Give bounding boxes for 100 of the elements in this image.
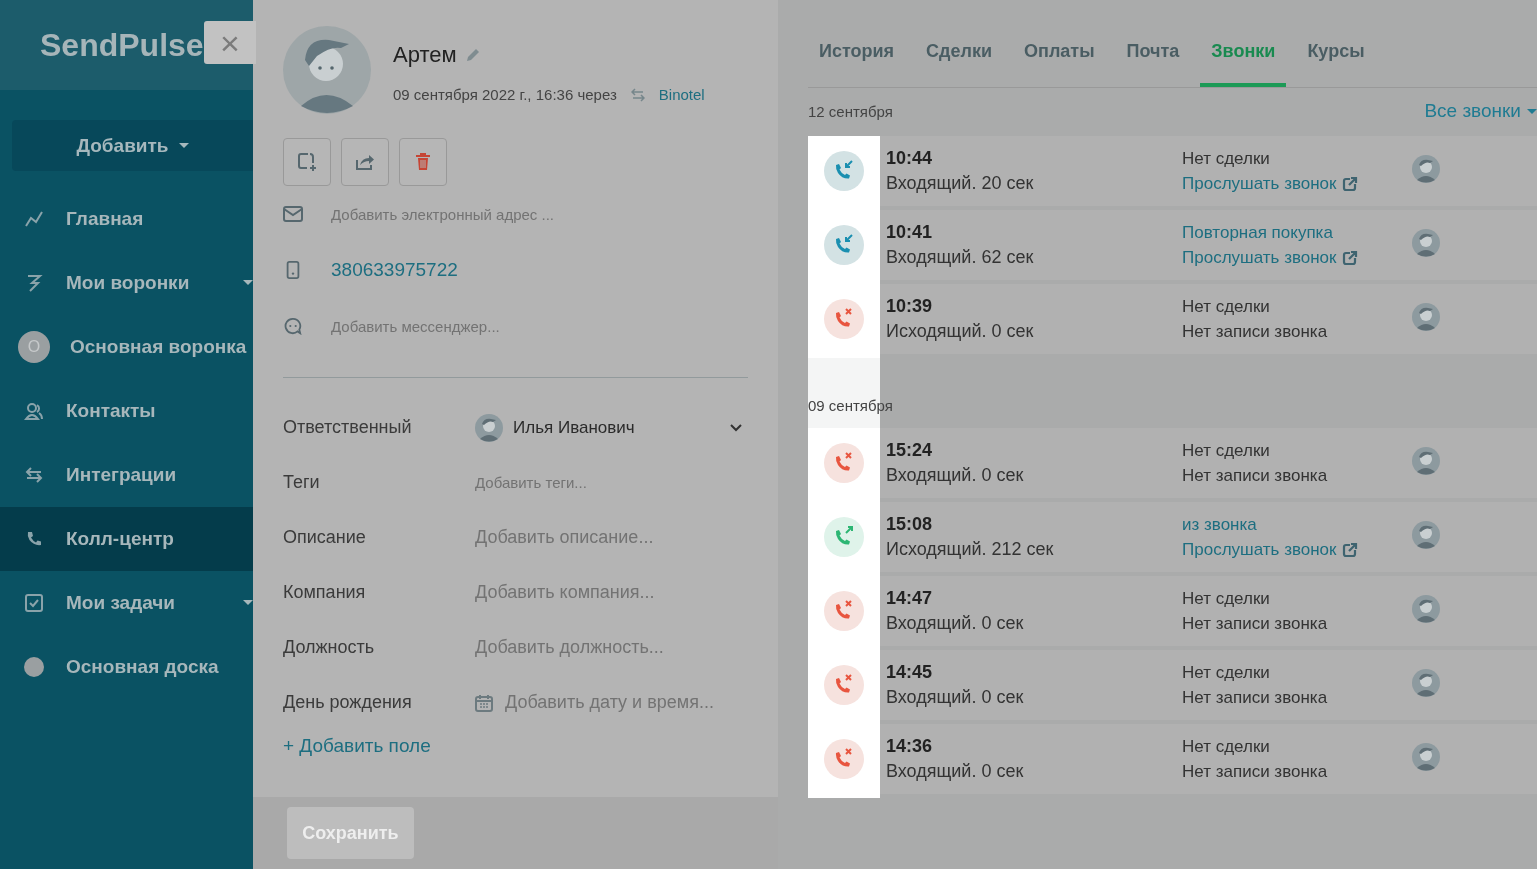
sidebar-item[interactable]: Интеграции	[0, 443, 253, 507]
field-label: Компания	[283, 582, 367, 603]
add-task-button[interactable]	[283, 138, 331, 186]
deal-status: Нет сделки	[1182, 662, 1271, 683]
record-status: Нет записи звонка	[1182, 687, 1328, 708]
contacts-icon	[24, 401, 44, 421]
call-summary: Входящий. 0 сек	[886, 613, 1025, 634]
created-date: 09 сентября 2022 г., 16:36 через	[393, 86, 617, 103]
sidebar-label: Контакты	[66, 400, 156, 422]
sidebar-label: Главная	[66, 208, 144, 230]
call-time: 14:45	[886, 662, 934, 683]
sidebar-label: Основная воронка	[70, 336, 247, 358]
sidebar-label: Мои задачи	[66, 592, 176, 614]
checkbox-icon	[24, 593, 44, 613]
add-field-link[interactable]: + Добавить поле	[283, 735, 431, 757]
calendar-icon	[475, 693, 493, 712]
chart-icon	[24, 209, 44, 229]
call-time: 10:41	[886, 222, 934, 243]
envelope-icon	[283, 205, 303, 223]
close-button[interactable]: ×	[204, 21, 256, 64]
sidebar-label: Основная доска	[66, 656, 219, 678]
calls-filter-dropdown[interactable]: Все звонки	[1424, 100, 1537, 122]
deal-status: Нет сделки	[1182, 736, 1271, 757]
share-button[interactable]	[341, 138, 389, 186]
responsible-user[interactable]: Илья Иванович	[513, 417, 720, 438]
logo[interactable]: SendPulse	[40, 26, 204, 64]
call-summary: Входящий. 62 сек	[886, 247, 1035, 268]
field-label: Теги	[283, 472, 321, 493]
sidebar-item[interactable]: Главная	[0, 187, 253, 251]
date-heading: 09 сентября	[808, 397, 893, 414]
arrows-icon	[24, 465, 44, 485]
external-link-icon[interactable]	[1341, 249, 1358, 266]
deal-status: Нет сделки	[1182, 148, 1271, 169]
date-heading: 12 сентября	[808, 103, 893, 120]
field-label: Ответственный	[283, 417, 413, 438]
listen-call-link[interactable]: Прослушать звонок	[1182, 173, 1337, 194]
contact-name: Артем	[393, 42, 457, 68]
call-summary: Исходящий. 212 сек	[886, 539, 1055, 560]
sidebar-item[interactable]: Колл-центр	[0, 507, 253, 571]
tab[interactable]: Звонки	[1200, 0, 1287, 87]
tab[interactable]: Оплаты	[1013, 0, 1106, 87]
user-avatar-icon	[1412, 447, 1440, 475]
sidebar-label: Колл-центр	[66, 528, 174, 550]
call-summary: Исходящий. 0 сек	[886, 321, 1035, 342]
deal-link[interactable]: из звонка	[1182, 514, 1410, 535]
add-icon	[296, 151, 318, 173]
user-avatar-icon	[1412, 521, 1440, 549]
user-avatar-icon	[1412, 303, 1440, 331]
user-avatar-icon	[1412, 669, 1440, 697]
call-time: 10:44	[886, 148, 934, 169]
record-status: Нет записи звонка	[1182, 465, 1328, 486]
call-summary: Входящий. 20 сек	[886, 173, 1035, 194]
pencil-icon[interactable]	[464, 47, 481, 63]
sidebar-label: Интеграции	[66, 464, 177, 486]
external-link-icon[interactable]	[1341, 175, 1358, 192]
field-label: День рождения	[283, 692, 413, 713]
field-input[interactable]: Добавить компания...	[475, 582, 655, 603]
chevron-down-icon[interactable]	[730, 423, 742, 432]
tab[interactable]: Сделки	[915, 0, 1004, 87]
source-link[interactable]: Binotel	[658, 86, 705, 103]
tab[interactable]: Почта	[1115, 0, 1191, 87]
call-summary: Входящий. 0 сек	[886, 465, 1025, 486]
deal-status: Нет сделки	[1182, 588, 1271, 609]
deal-link[interactable]: Повторная покупка	[1182, 222, 1410, 243]
messenger-field[interactable]: Добавить мессенджер...	[331, 317, 500, 335]
call-time: 14:36	[886, 736, 934, 757]
sidebar-label: Мои воронки	[66, 272, 190, 294]
user-avatar-icon	[1412, 155, 1440, 183]
field-input[interactable]: Добавить теги...	[475, 474, 587, 491]
external-link-icon[interactable]	[1341, 541, 1358, 558]
deal-status: Нет сделки	[1182, 440, 1271, 461]
email-field[interactable]: Добавить электронный адрес ...	[331, 205, 554, 223]
record-status: Нет записи звонка	[1182, 613, 1328, 634]
chat-icon	[283, 317, 303, 335]
date-field[interactable]: Добавить дату и время...	[505, 692, 714, 713]
avatar-icon	[283, 26, 371, 114]
user-avatar-icon	[1412, 743, 1440, 771]
field-input[interactable]: Добавить описание...	[475, 527, 654, 548]
call-summary: Входящий. 0 сек	[886, 761, 1025, 782]
listen-call-link[interactable]: Прослушать звонок	[1182, 247, 1337, 268]
user-avatar-icon	[475, 413, 503, 442]
call-time: 15:24	[886, 440, 934, 461]
add-button[interactable]: Добавить	[12, 120, 253, 171]
user-avatar-icon	[1412, 595, 1440, 623]
call-summary: Входящий. 0 сек	[886, 687, 1025, 708]
listen-call-link[interactable]: Прослушать звонок	[1182, 539, 1337, 560]
deal-status: Нет сделки	[1182, 296, 1271, 317]
user-avatar-icon	[1412, 229, 1440, 257]
delete-button[interactable]	[399, 138, 447, 186]
tab[interactable]: История	[808, 0, 906, 87]
sidebar-item[interactable]: Основная доска	[0, 635, 253, 699]
phone-number[interactable]: 380633975722	[331, 259, 458, 281]
arrows-icon	[630, 87, 645, 102]
call-time: 10:39	[886, 296, 934, 317]
field-label: Описание	[283, 527, 367, 548]
record-status: Нет записи звонка	[1182, 761, 1328, 782]
field-input[interactable]: Добавить должность...	[475, 637, 664, 658]
call-time: 15:08	[886, 514, 934, 535]
sidebar-item[interactable]: Контакты	[0, 379, 253, 443]
tab[interactable]: Курсы	[1296, 0, 1376, 87]
